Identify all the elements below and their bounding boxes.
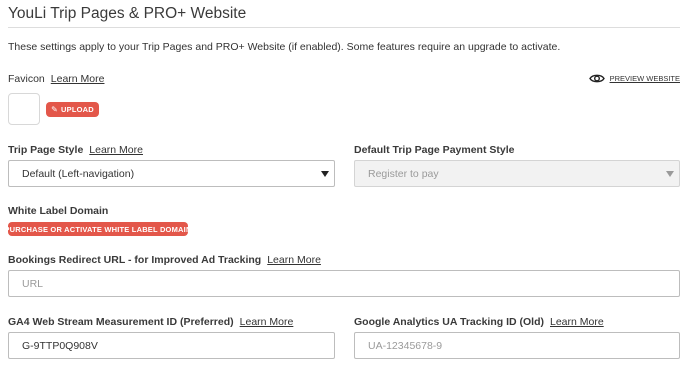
trip-page-style-select[interactable]: Default (Left-navigation) [8,160,335,187]
eye-icon [588,74,605,83]
url-placeholder: URL [22,277,44,290]
ua-tracking-id-placeholder: UA-12345678-9 [368,339,443,352]
ga4-label: GA4 Web Stream Measurement ID (Preferred… [8,316,234,328]
ga4-learn-more-link[interactable]: Learn More [240,316,294,328]
upload-label: UPLOAD [61,105,94,114]
title-divider [8,27,680,28]
bookings-redirect-url-input[interactable]: URL [8,270,680,297]
page-title: YouLi Trip Pages & PRO+ Website [8,5,247,22]
trip-page-style-learn-more-link[interactable]: Learn More [89,144,143,156]
ga4-label-row: GA4 Web Stream Measurement ID (Preferred… [8,316,293,328]
payment-style-label: Default Trip Page Payment Style [354,144,515,156]
favicon-label-row: Favicon Learn More [8,73,104,85]
intro-text: These settings apply to your Trip Pages … [8,41,561,53]
bookings-redirect-label: Bookings Redirect URL - for Improved Ad … [8,254,262,266]
pencil-icon: ✎ [51,105,59,114]
dropdown-arrow-icon [321,171,329,177]
white-label-domain-label: White Label Domain [8,205,109,217]
ua-label-row: Google Analytics UA Tracking ID (Old) Lea… [354,316,604,328]
ga4-measurement-id-value: G-9TTP0Q908V [22,339,98,352]
upload-button[interactable]: ✎ UPLOAD [46,102,99,117]
trip-page-style-value: Default (Left-navigation) [22,167,135,180]
bookings-redirect-label-row: Bookings Redirect URL - for Improved Ad … [8,254,321,266]
trip-page-style-label-row: Trip Page Style Learn More [8,144,143,156]
ua-label: Google Analytics UA Tracking ID (Old) [354,316,544,328]
ga4-measurement-id-input[interactable]: G-9TTP0Q908V [8,332,335,359]
payment-style-value: Register to pay [368,167,439,180]
preview-website-link[interactable]: PREVIEW WEBSITE [588,73,680,84]
dropdown-arrow-icon [666,171,674,177]
favicon-label: Favicon [8,73,45,85]
purchase-white-label-button[interactable]: PURCHASE OR ACTIVATE WHITE LABEL DOMAIN [4,222,191,236]
favicon-preview[interactable] [8,93,40,125]
preview-website-label: PREVIEW WEBSITE [609,74,680,83]
bookings-redirect-learn-more-link[interactable]: Learn More [267,254,321,266]
payment-style-select[interactable]: Register to pay [354,160,680,187]
ua-learn-more-link[interactable]: Learn More [550,316,604,328]
favicon-learn-more-link[interactable]: Learn More [51,73,105,85]
trip-page-style-label: Trip Page Style [8,144,84,156]
ua-tracking-id-input[interactable]: UA-12345678-9 [354,332,680,359]
